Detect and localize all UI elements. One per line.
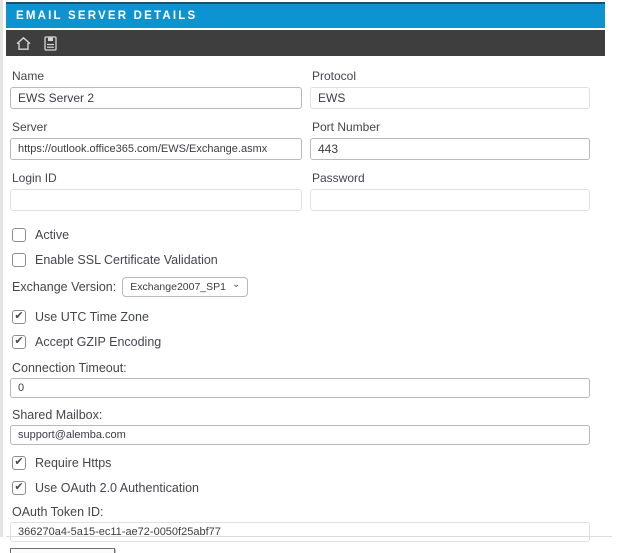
server-input[interactable] — [10, 138, 302, 160]
exchange-version-row: Exchange Version: Exchange2007_SP1 ⌄ — [12, 277, 590, 297]
port-number-label: Port Number — [312, 120, 590, 134]
checkbox-row-use-utc: Use UTC Time Zone — [12, 309, 590, 324]
exchange-version-value: Exchange2007_SP1 — [130, 281, 226, 293]
password-label: Password — [312, 171, 590, 185]
accept-gzip-checkbox[interactable] — [12, 335, 26, 349]
use-utc-checkbox[interactable] — [12, 310, 26, 324]
field-password: Password — [310, 171, 590, 211]
email-server-form: Name Protocol Server Port Number Login I… — [0, 56, 622, 553]
field-shared-mailbox: Shared Mailbox: — [10, 408, 590, 445]
active-checkbox-label: Active — [35, 228, 69, 242]
exchange-version-label: Exchange Version: — [12, 280, 116, 294]
ssl-validation-checkbox[interactable] — [12, 253, 26, 267]
connection-timeout-input[interactable] — [10, 378, 590, 398]
active-checkbox[interactable] — [12, 228, 26, 242]
toolbar — [6, 30, 605, 56]
chevron-down-icon: ⌄ — [232, 282, 240, 288]
port-number-input[interactable] — [310, 138, 590, 160]
shared-mailbox-input[interactable] — [10, 425, 590, 445]
protocol-input[interactable] — [310, 87, 590, 109]
checkbox-row-use-oauth: Use OAuth 2.0 Authentication — [12, 480, 590, 495]
field-protocol: Protocol — [310, 69, 590, 109]
login-id-input[interactable] — [10, 189, 302, 211]
ssl-validation-checkbox-label: Enable SSL Certificate Validation — [35, 253, 218, 267]
name-input[interactable] — [10, 87, 302, 109]
password-input[interactable] — [310, 189, 590, 211]
field-connection-timeout: Connection Timeout: — [10, 361, 590, 398]
oauth-token-id-input[interactable] — [10, 522, 590, 542]
field-server: Server — [10, 120, 302, 160]
checkbox-row-active: Active — [12, 227, 590, 242]
save-button[interactable] — [41, 34, 59, 52]
panel-bottom-divider — [6, 536, 612, 537]
protocol-label: Protocol — [312, 69, 590, 83]
email-server-details-page: EMAIL SERVER DETAILS Name Protoc — [0, 0, 622, 553]
checkbox-row-require-https: Require Https — [12, 455, 590, 470]
require-https-checkbox[interactable] — [12, 456, 26, 470]
field-name: Name — [10, 69, 302, 109]
use-utc-checkbox-label: Use UTC Time Zone — [35, 310, 149, 324]
field-login-id: Login ID — [10, 171, 302, 211]
require-https-checkbox-label: Require Https — [35, 456, 111, 470]
home-button[interactable] — [14, 34, 32, 52]
accept-gzip-checkbox-label: Accept GZIP Encoding — [35, 335, 161, 349]
name-label: Name — [12, 69, 302, 83]
shared-mailbox-label: Shared Mailbox: — [12, 408, 590, 422]
field-grid: Name Protocol Server Port Number Login I… — [10, 69, 590, 222]
server-label: Server — [12, 120, 302, 134]
connection-timeout-label: Connection Timeout: — [12, 361, 590, 375]
save-icon — [43, 35, 58, 52]
manage-token-button[interactable]: Manage Token — [10, 548, 115, 553]
field-port-number: Port Number — [310, 120, 590, 160]
use-oauth-checkbox[interactable] — [12, 481, 26, 495]
exchange-version-select[interactable]: Exchange2007_SP1 ⌄ — [122, 277, 248, 297]
login-id-label: Login ID — [12, 171, 302, 185]
use-oauth-checkbox-label: Use OAuth 2.0 Authentication — [35, 481, 199, 495]
checkbox-row-accept-gzip: Accept GZIP Encoding — [12, 334, 590, 349]
checkbox-row-ssl-validation: Enable SSL Certificate Validation — [12, 252, 590, 267]
panel-left-edge — [0, 0, 3, 537]
home-icon — [15, 35, 32, 52]
page-title: EMAIL SERVER DETAILS — [16, 10, 197, 22]
page-header: EMAIL SERVER DETAILS — [6, 2, 605, 28]
oauth-token-id-label: OAuth Token ID: — [12, 505, 590, 519]
